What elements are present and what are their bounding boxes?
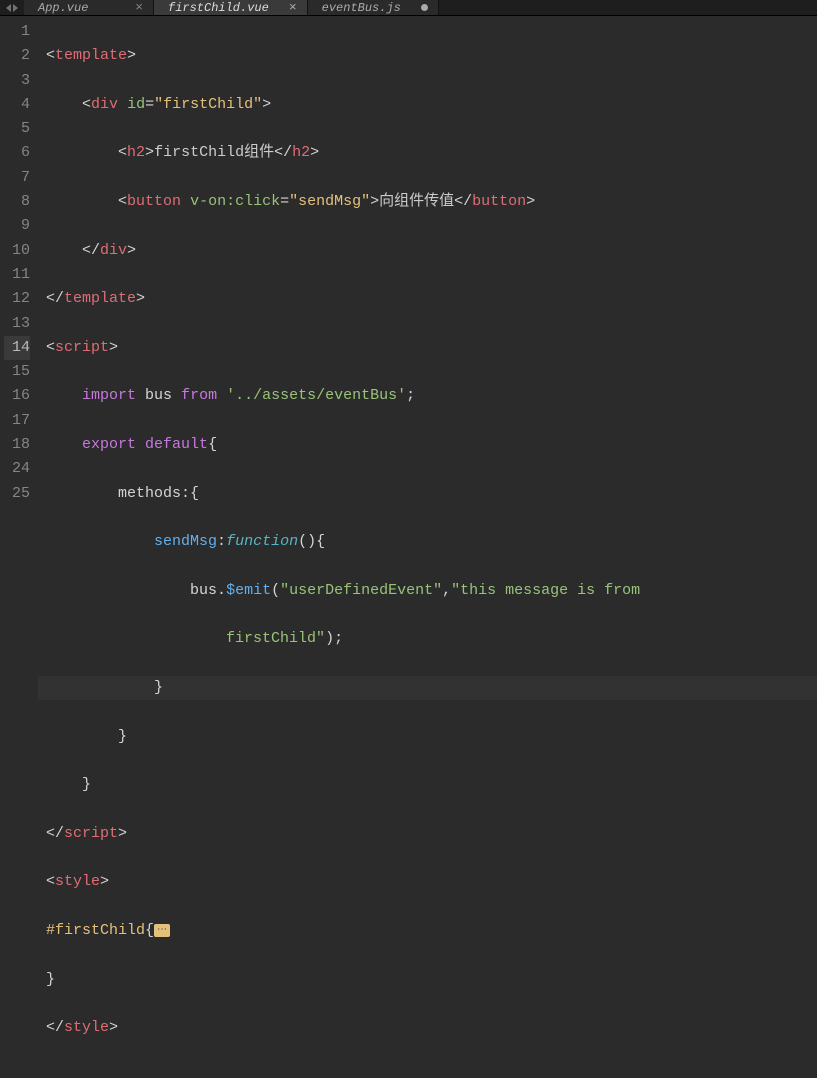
line-number: 24 bbox=[4, 457, 30, 481]
tab-label: eventBus.js bbox=[322, 1, 401, 15]
code-line: #firstChild{⋯ bbox=[38, 919, 817, 943]
line-number: 3 bbox=[4, 69, 30, 93]
code-line: } bbox=[38, 676, 817, 700]
line-number: 25 bbox=[4, 482, 30, 506]
code-line: </script> bbox=[38, 822, 817, 846]
line-number: 2 bbox=[4, 44, 30, 68]
close-icon[interactable]: × bbox=[135, 0, 143, 15]
code-area[interactable]: <template> <div id="firstChild"> <h2>fir… bbox=[38, 16, 817, 1078]
line-number: 7 bbox=[4, 166, 30, 190]
line-number: 17 bbox=[4, 409, 30, 433]
line-number: 13 bbox=[4, 312, 30, 336]
line-number: 1 bbox=[4, 20, 30, 44]
code-line: <template> bbox=[38, 44, 817, 68]
tab-firstchild-vue[interactable]: firstChild.vue × bbox=[154, 0, 308, 15]
line-number: 8 bbox=[4, 190, 30, 214]
code-line: bus.$emit("userDefinedEvent","this messa… bbox=[38, 579, 817, 603]
code-line: <style> bbox=[38, 870, 817, 894]
line-number: 14 bbox=[4, 336, 30, 360]
line-number: 6 bbox=[4, 141, 30, 165]
line-number: 15 bbox=[4, 360, 30, 384]
editor-window: App.vue × firstChild.vue × eventBus.js 1… bbox=[0, 0, 817, 539]
nav-forward-icon[interactable] bbox=[13, 4, 18, 12]
code-line: } bbox=[38, 725, 817, 749]
code-line: import bus from '../assets/eventBus'; bbox=[38, 384, 817, 408]
code-line: sendMsg:function(){ bbox=[38, 530, 817, 554]
code-line: <script> bbox=[38, 336, 817, 360]
topbar: App.vue × firstChild.vue × eventBus.js bbox=[0, 0, 817, 16]
tab-app-vue[interactable]: App.vue × bbox=[24, 0, 154, 15]
code-line: <div id="firstChild"> bbox=[38, 93, 817, 117]
fold-marker-icon[interactable]: ⋯ bbox=[154, 924, 170, 937]
code-line: </style> bbox=[38, 1016, 817, 1040]
code-line: firstChild"); bbox=[38, 627, 817, 651]
editor-area: 1 2 3 4 5 6 7 8 9 10 11 12 13 14 15 16 1… bbox=[0, 16, 817, 1078]
tab-label: App.vue bbox=[38, 1, 88, 15]
tab-label: firstChild.vue bbox=[168, 1, 269, 15]
code-line: export default{ bbox=[38, 433, 817, 457]
line-number: 5 bbox=[4, 117, 30, 141]
tab-eventbus-js[interactable]: eventBus.js bbox=[308, 0, 439, 15]
line-number: 12 bbox=[4, 287, 30, 311]
line-number: 11 bbox=[4, 263, 30, 287]
line-number: 16 bbox=[4, 384, 30, 408]
code-line: <button v-on:click="sendMsg">向组件传值</butt… bbox=[38, 190, 817, 214]
tab-bar: App.vue × firstChild.vue × eventBus.js bbox=[24, 0, 439, 15]
close-icon[interactable]: × bbox=[289, 0, 297, 15]
line-number: 18 bbox=[4, 433, 30, 457]
line-number: 9 bbox=[4, 214, 30, 238]
dirty-indicator-icon bbox=[421, 4, 428, 11]
code-line: </div> bbox=[38, 239, 817, 263]
line-number: 10 bbox=[4, 239, 30, 263]
line-gutter: 1 2 3 4 5 6 7 8 9 10 11 12 13 14 15 16 1… bbox=[0, 16, 38, 1078]
code-line: </template> bbox=[38, 287, 817, 311]
nav-back-icon[interactable] bbox=[6, 4, 11, 12]
line-number bbox=[4, 506, 30, 530]
line-number: 4 bbox=[4, 93, 30, 117]
code-line: } bbox=[38, 968, 817, 992]
code-line: <h2>firstChild组件</h2> bbox=[38, 141, 817, 165]
nav-arrows bbox=[0, 4, 24, 12]
code-line: } bbox=[38, 773, 817, 797]
code-line: methods:{ bbox=[38, 482, 817, 506]
